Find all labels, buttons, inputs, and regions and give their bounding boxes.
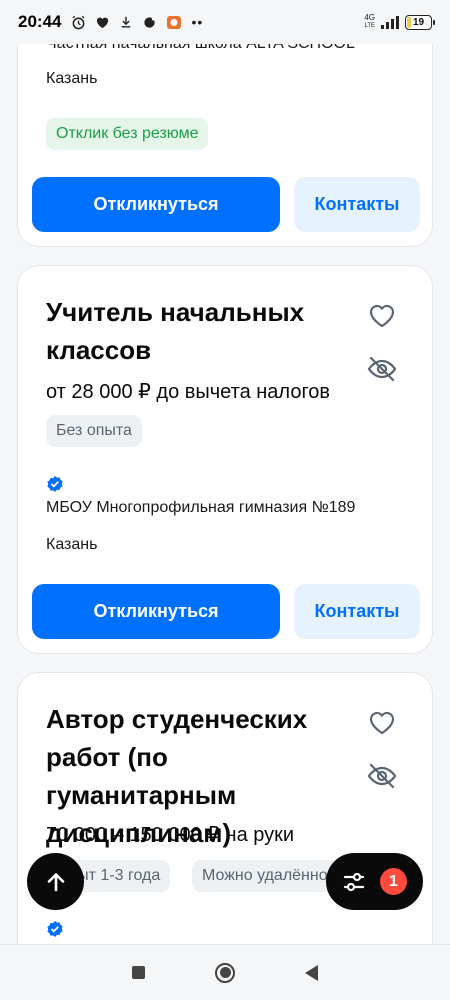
status-notification-icons: •• xyxy=(71,14,203,30)
network-type: 4G LTE xyxy=(364,13,375,30)
vacancy-salary: от 28 000 ₽ до вычета налогов xyxy=(46,381,331,403)
eye-off-icon xyxy=(367,356,397,382)
verified-badge-icon xyxy=(47,476,63,492)
verified-badge-icon xyxy=(47,921,63,937)
eye-off-icon xyxy=(367,763,397,789)
battery-level: 19 xyxy=(412,16,425,28)
sliders-icon xyxy=(343,872,365,891)
home-button[interactable] xyxy=(215,962,235,983)
arrow-up-icon xyxy=(47,872,64,891)
battery-icon: 19 xyxy=(405,14,435,30)
filter-button[interactable]: 1 xyxy=(326,853,423,910)
vacancy-title[interactable]: Учитель начальных классов xyxy=(46,293,356,369)
alarm-icon xyxy=(72,15,86,29)
no-resume-tag: Отклик без резюме xyxy=(46,118,209,150)
heart-icon xyxy=(369,711,395,735)
heart-icon xyxy=(369,304,395,328)
vacancy-city: Казань xyxy=(46,70,98,87)
remote-tag: Можно удалённо xyxy=(192,860,338,892)
recents-button[interactable] xyxy=(132,966,145,979)
favorite-button[interactable] xyxy=(366,707,398,739)
back-button[interactable] xyxy=(305,964,318,981)
status-system-icons: 4G LTE 19 xyxy=(364,13,435,30)
hide-vacancy-button[interactable] xyxy=(366,353,398,385)
contacts-button[interactable]: Контакты xyxy=(294,177,420,232)
hide-vacancy-button[interactable] xyxy=(366,760,398,792)
vacancy-salary: 70 000 – 150 000 ₽ на руки xyxy=(46,824,295,846)
apply-button[interactable]: Откликнуться xyxy=(32,177,280,232)
heart-status-icon xyxy=(97,17,109,28)
company-name[interactable]: МБОУ Многопрофильная гимназия №189 xyxy=(46,499,355,517)
filter-count-badge: 1 xyxy=(380,868,407,895)
status-bar: 20:44 •• 4G LTE 19 xyxy=(0,0,450,44)
signal-icon xyxy=(381,15,399,29)
contacts-button[interactable]: Контакты xyxy=(294,584,420,639)
system-nav-bar xyxy=(0,944,450,1000)
favorite-button[interactable] xyxy=(366,300,398,332)
more-dots-icon: •• xyxy=(191,14,204,30)
experience-tag: Без опыта xyxy=(46,415,142,447)
vacancy-card[interactable]: Учитель начальных классов от 28 000 ₽ до… xyxy=(17,265,433,654)
app-icon xyxy=(167,16,182,29)
status-time: 20:44 xyxy=(18,12,62,31)
apply-button[interactable]: Откликнуться xyxy=(32,584,280,639)
chat-icon xyxy=(144,16,157,28)
download-icon xyxy=(122,16,131,28)
vacancy-city: Казань xyxy=(46,536,98,553)
scroll-to-top-button[interactable] xyxy=(27,853,84,910)
